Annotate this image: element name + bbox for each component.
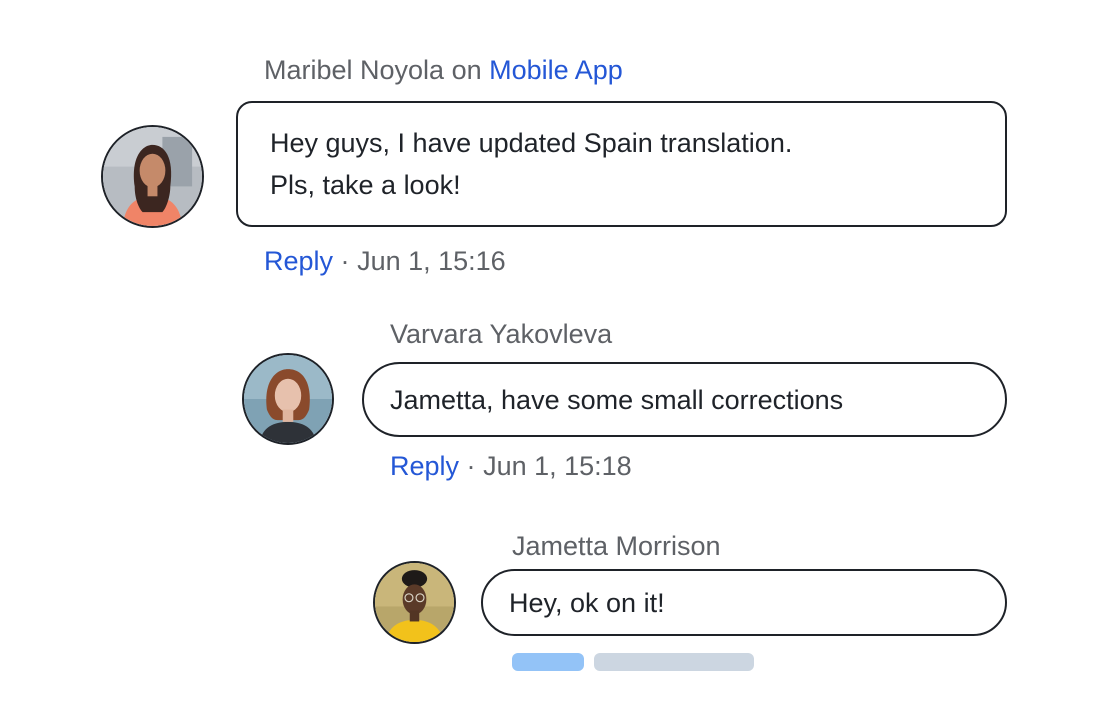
message-line: Hey guys, I have updated Spain translati…: [270, 128, 793, 158]
timestamp: Jun 1, 15:16: [357, 246, 506, 276]
message-bubble: Hey, ok on it!: [481, 569, 1007, 636]
reply-link[interactable]: Reply: [390, 451, 459, 481]
channel-link[interactable]: Mobile App: [489, 55, 623, 85]
reply-link[interactable]: Reply: [264, 246, 333, 276]
typing-indicator-bar-primary: [512, 653, 584, 671]
avatar[interactable]: [373, 561, 456, 644]
comment-thread: Maribel Noyola on Mobile App Hey guys, I…: [0, 0, 1110, 720]
message-line: Pls, take a look!: [270, 170, 461, 200]
comment-meta: Reply · Jun 1, 15:18: [390, 450, 632, 482]
avatar[interactable]: [101, 125, 204, 228]
author-name: Maribel Noyola: [264, 55, 445, 85]
author-name: Varvara Yakovleva: [390, 319, 613, 349]
meta-separator: ·: [466, 451, 476, 481]
comment-author-line: Jametta Morrison: [512, 530, 721, 562]
typing-indicator-bar-secondary: [594, 653, 754, 671]
author-connector: on: [451, 55, 482, 85]
varvara-avatar-photo: [244, 355, 332, 443]
timestamp: Jun 1, 15:18: [483, 451, 632, 481]
message-bubble: Jametta, have some small corrections: [362, 362, 1007, 437]
comment-meta: Reply · Jun 1, 15:16: [264, 245, 506, 277]
comment-author-line: Varvara Yakovleva: [390, 318, 612, 350]
message-text: Jametta, have some small corrections: [390, 384, 844, 415]
jametta-avatar-photo: [375, 563, 454, 642]
author-name: Jametta Morrison: [512, 531, 721, 561]
message-text: Hey, ok on it!: [509, 587, 665, 618]
meta-separator: ·: [340, 246, 350, 276]
maribel-avatar-photo: [103, 127, 202, 226]
comment-author-line: Maribel Noyola on Mobile App: [264, 54, 623, 86]
avatar[interactable]: [242, 353, 334, 445]
message-bubble: Hey guys, I have updated Spain translati…: [236, 101, 1007, 227]
